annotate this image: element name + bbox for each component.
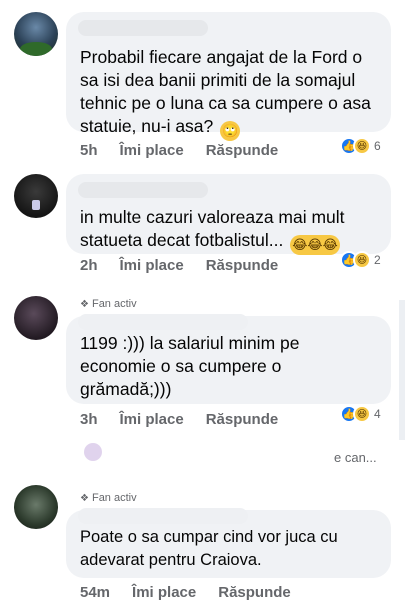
author-name[interactable] (78, 314, 248, 330)
reaction-summary[interactable]: 👍 😆 6 (340, 137, 381, 155)
reply-button[interactable]: Răspunde (206, 257, 279, 274)
avatar[interactable] (14, 296, 58, 340)
author-name[interactable] (78, 182, 208, 198)
reply-button[interactable]: Răspunde (206, 142, 279, 159)
badge-icon: ❖ (80, 492, 89, 504)
reaction-summary[interactable]: 👍 😆 4 (340, 405, 381, 423)
avatar[interactable] (14, 174, 58, 218)
comment-bubble[interactable]: 1199 :))) la salariul minim pe economie … (66, 314, 391, 404)
haha-icon: 😆 (353, 405, 371, 423)
timestamp[interactable]: 2h (80, 257, 98, 274)
reply-button[interactable]: Răspunde (206, 411, 279, 428)
reaction-count: 6 (374, 139, 381, 153)
fan-badge: ❖ Fan activ (80, 298, 137, 310)
comment-actions: 5h Îmi place Răspunde (80, 142, 300, 159)
comment-text: Poate o sa cumpar cind vor juca cu adeva… (80, 528, 338, 569)
like-button[interactable]: Îmi place (120, 257, 184, 274)
comment-bubble[interactable]: Probabil fiecare angajat de la Ford o sa… (66, 12, 391, 141)
haha-icon: 😆 (353, 251, 371, 269)
like-button[interactable]: Îmi place (120, 142, 184, 159)
author-name[interactable] (78, 508, 248, 524)
comment-actions: 54m Îmi place Răspunde (80, 584, 313, 601)
emoji: 😂😂😂 (290, 235, 340, 255)
haha-icon: 😆 (353, 137, 371, 155)
timestamp[interactable]: 5h (80, 142, 98, 159)
emoji: 🙄 (220, 121, 241, 141)
scrollbar[interactable] (399, 300, 405, 440)
badge-icon: ❖ (80, 298, 89, 310)
view-replies-link[interactable]: e can... (334, 450, 377, 465)
author-name[interactable] (78, 20, 208, 36)
fan-badge: ❖ Fan activ (80, 492, 137, 504)
like-button[interactable]: Îmi place (120, 411, 184, 428)
reply-avatar (84, 443, 102, 461)
comment-text: in multe cazuri valoreaza mai mult statu… (80, 206, 385, 255)
reaction-count: 2 (374, 253, 381, 267)
timestamp[interactable]: 54m (80, 584, 110, 601)
comment-bubble[interactable]: Poate o sa cumpar cind vor juca cu adeva… (66, 508, 391, 578)
comment-text: Probabil fiecare angajat de la Ford o sa… (80, 46, 380, 141)
comment-actions: 3h Îmi place Răspunde (80, 411, 300, 428)
like-button[interactable]: Îmi place (132, 584, 196, 601)
avatar[interactable] (14, 485, 58, 529)
comment-actions: 2h Îmi place Răspunde (80, 257, 300, 274)
comment-text: 1199 :))) la salariul minim pe economie … (80, 333, 300, 399)
comment-bubble[interactable]: in multe cazuri valoreaza mai mult statu… (66, 174, 391, 255)
reaction-summary[interactable]: 👍 😆 2 (340, 251, 381, 269)
reply-button[interactable]: Răspunde (218, 584, 291, 601)
reaction-count: 4 (374, 407, 381, 421)
timestamp[interactable]: 3h (80, 411, 98, 428)
avatar[interactable] (14, 12, 58, 56)
